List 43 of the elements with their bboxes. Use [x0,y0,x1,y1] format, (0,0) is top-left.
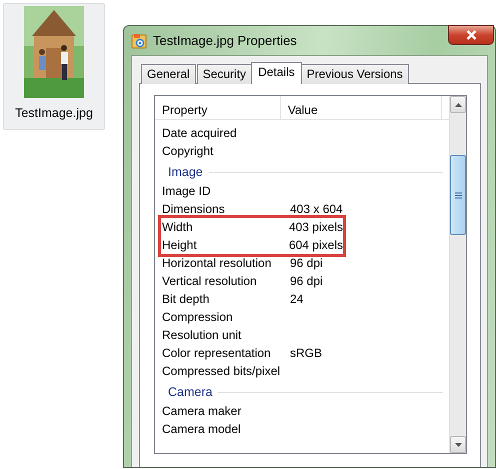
property-name: Compressed bits/pixel [161,363,282,380]
property-name: Resolution unit [161,327,242,344]
property-name: Width [161,219,194,236]
desktop-file-icon[interactable]: TestImage.jpg [3,3,105,130]
property-name: Camera model [161,421,242,438]
property-name: Bit depth [161,291,210,308]
close-icon [466,30,476,40]
property-value: 604 pixels [288,237,343,254]
grip-icon [454,192,462,198]
property-name: Dimensions [161,201,226,218]
property-name: Date acquired [161,125,238,142]
column-header[interactable]: Property [155,96,281,119]
down-arrow-icon [454,442,462,446]
property-name: Horizontal resolution [161,255,272,272]
property-value: 403 pixels [288,219,343,236]
column-header[interactable]: Value [280,96,442,119]
tab[interactable]: Security [196,64,252,84]
scrollbar[interactable] [449,96,466,453]
up-arrow-icon [454,102,462,106]
property-value: 403 x 604 [289,201,343,218]
property-value: sRGB [289,345,322,362]
group-heading: Image [168,164,203,181]
tab[interactable]: Previous Versions [300,64,409,84]
property-value: 96 dpi [289,273,323,290]
scroll-down-button[interactable] [450,436,466,453]
window-title: TestImage.jpg Properties [153,32,297,50]
tab[interactable]: General [141,64,196,84]
picture-file-icon [131,32,147,48]
property-name: Vertical resolution [161,273,258,290]
property-name: Height [161,237,198,254]
close-button[interactable] [448,25,494,45]
property-name: Image ID [161,183,212,200]
scroll-up-button[interactable] [450,96,466,113]
property-name: Copyright [161,143,214,160]
property-name: Color representation [161,345,272,362]
tab[interactable]: Details [251,62,302,84]
property-name: Camera maker [161,403,242,420]
scroll-thumb[interactable] [450,155,466,235]
property-value: 96 dpi [289,255,323,272]
property-value: 24 [289,291,304,308]
property-name: Compression [161,309,234,326]
group-heading: Camera [168,384,212,401]
file-name: TestImage.jpg [15,105,93,122]
